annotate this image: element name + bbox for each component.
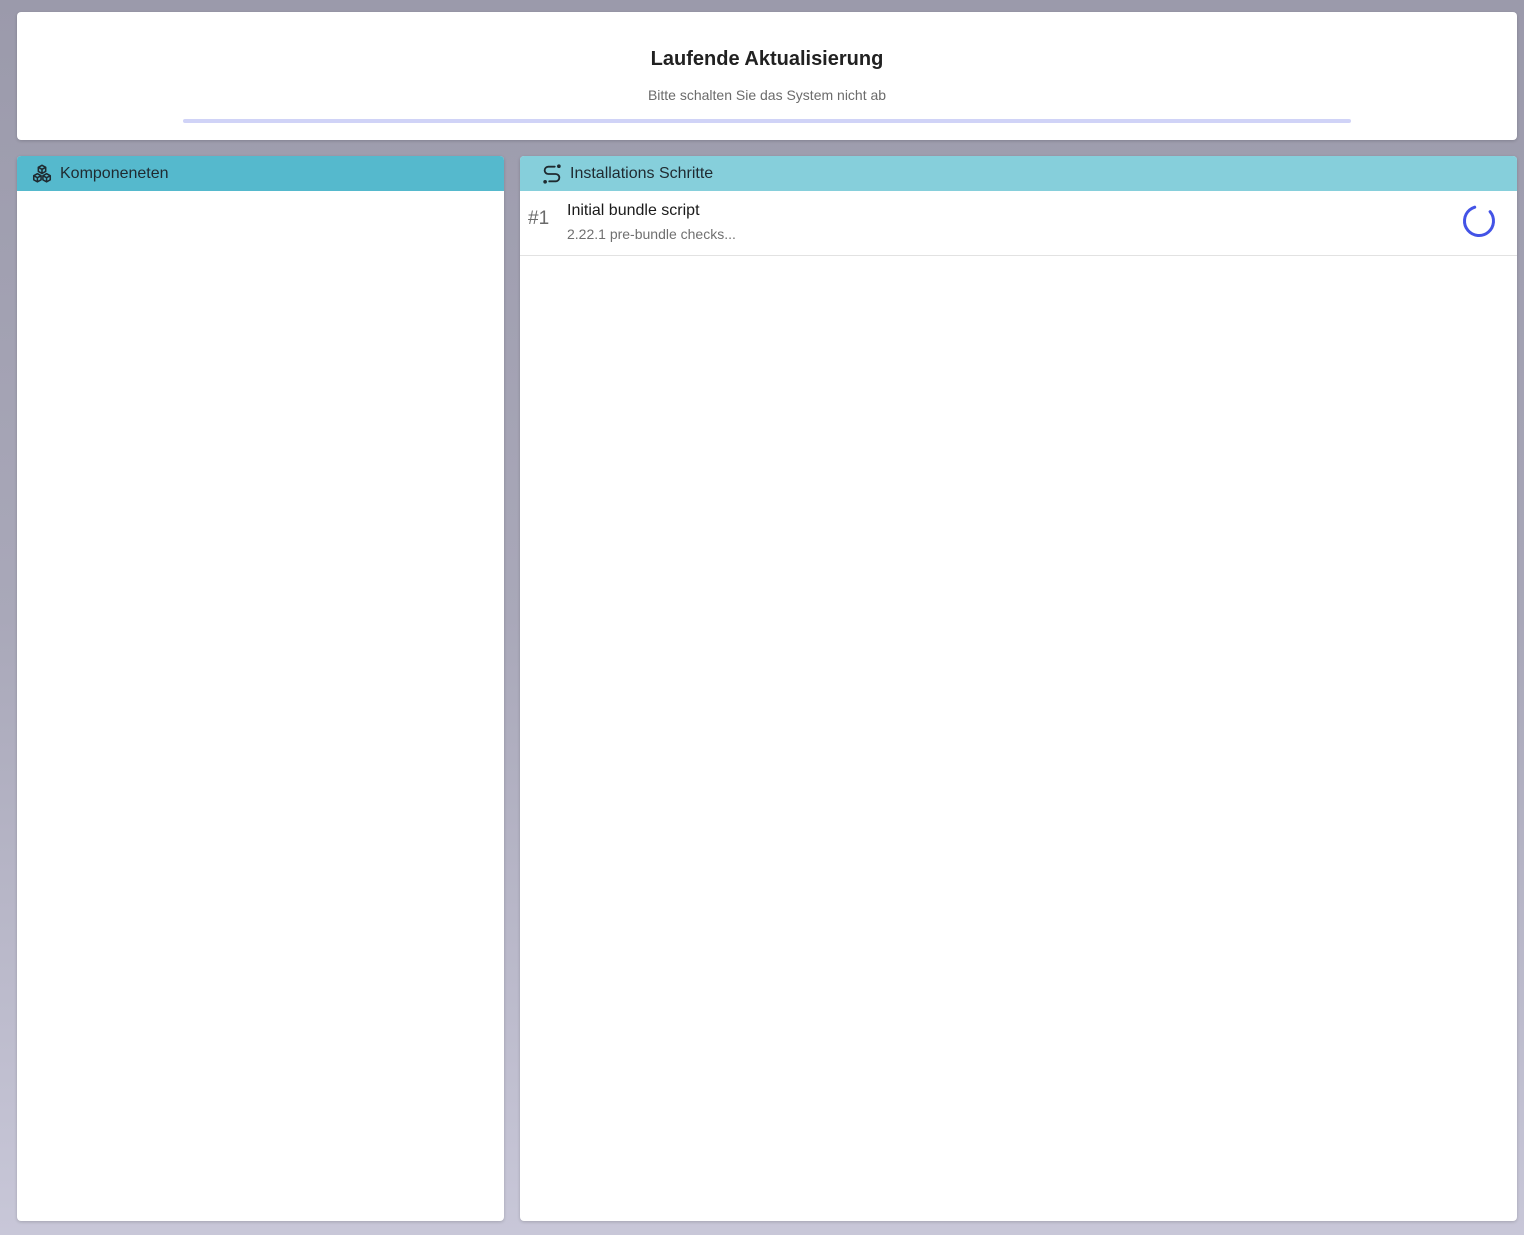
loading-spinner-icon [1463, 205, 1495, 237]
update-status-card: Laufende Aktualisierung Bitte schalten S… [17, 12, 1517, 140]
install-steps-panel: Installations Schritte #1 Initial bundle… [520, 156, 1517, 1221]
install-steps-panel-title: Installations Schritte [570, 164, 714, 182]
install-steps-list: #1 Initial bundle script 2.22.1 pre-bund… [520, 191, 1517, 256]
step-number: #1 [528, 208, 550, 229]
page-subtitle: Bitte schalten Sie das System nicht ab [647, 87, 887, 103]
step-title: Initial bundle script [567, 202, 700, 219]
cubes-icon [31, 163, 53, 185]
components-panel: Komponeneten [17, 156, 504, 1221]
components-panel-header: Komponeneten [17, 156, 504, 191]
update-progress-bar [183, 119, 1351, 123]
step-row: #1 Initial bundle script 2.22.1 pre-bund… [520, 191, 1517, 256]
step-description: 2.22.1 pre-bundle checks... [567, 226, 736, 242]
install-steps-panel-header: Installations Schritte [520, 156, 1517, 191]
components-panel-title: Komponeneten [60, 164, 169, 182]
page-title: Laufende Aktualisierung [650, 48, 884, 70]
route-icon [541, 163, 563, 185]
